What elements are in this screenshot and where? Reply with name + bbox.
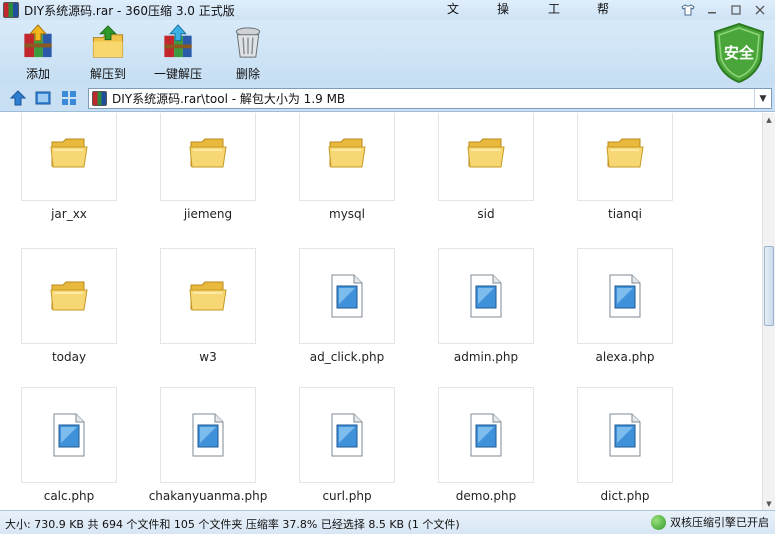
file-name-label: demo.php bbox=[455, 489, 517, 503]
folder-icon bbox=[577, 113, 673, 201]
file-name-label: sid bbox=[477, 207, 495, 221]
folder-item[interactable]: today bbox=[0, 248, 120, 388]
one-click-extract-icon bbox=[164, 24, 192, 58]
up-arrow-icon[interactable] bbox=[9, 89, 27, 107]
status-summary: 大小: 730.9 KB 共 694 个文件和 105 个文件夹 压缩率 37.… bbox=[5, 518, 460, 531]
engine-on-icon bbox=[651, 514, 666, 530]
file-name-label: ad_click.php bbox=[309, 350, 385, 364]
folder-item[interactable]: jiemeng bbox=[139, 113, 259, 245]
status-bar: 大小: 730.9 KB 共 694 个文件和 105 个文件夹 压缩率 37.… bbox=[0, 510, 775, 534]
menu-operate[interactable]: 操作 bbox=[497, 0, 509, 35]
trash-can-icon bbox=[235, 27, 261, 58]
extract-folder-icon bbox=[92, 25, 124, 58]
file-list: jar_xx jiemeng mysql sid tianqi today w3 ad_cli… bbox=[0, 113, 762, 510]
chevron-down-icon[interactable]: ▼ bbox=[754, 89, 771, 108]
folder-icon bbox=[21, 113, 117, 201]
file-name-label: w3 bbox=[199, 350, 217, 364]
window-title: DIY系统源码.rar - 360压缩 3.0 正式版 bbox=[24, 3, 235, 18]
rar-archive-icon bbox=[3, 2, 19, 18]
navigation-bar: DIY系统源码.rar\tool - 解包大小为 1.9 MB ▼ bbox=[0, 84, 775, 112]
title-bar: DIY系统源码.rar - 360压缩 3.0 正式版 文件 操作 工具 帮助 bbox=[0, 0, 775, 35]
folder-icon bbox=[299, 113, 395, 201]
php-file-icon bbox=[438, 248, 534, 344]
php-file-icon bbox=[299, 248, 395, 344]
menu-file[interactable]: 文件 bbox=[447, 0, 459, 35]
file-name-label: curl.php bbox=[322, 489, 372, 503]
php-file-icon bbox=[577, 248, 673, 344]
file-name-label: mysql bbox=[329, 207, 365, 221]
folder-item[interactable]: w3 bbox=[139, 248, 259, 388]
add-label: 添加 bbox=[25, 67, 50, 81]
php-file-icon bbox=[160, 387, 256, 483]
delete-label: 删除 bbox=[235, 67, 260, 81]
scroll-down-icon[interactable]: ▼ bbox=[763, 497, 775, 510]
file-name-label: jar_xx bbox=[51, 207, 87, 221]
folder-item[interactable]: tianqi bbox=[556, 113, 676, 245]
maximize-icon[interactable] bbox=[725, 1, 747, 18]
add-button[interactable]: 添加 bbox=[6, 24, 70, 82]
folder-item[interactable]: sid bbox=[417, 113, 537, 245]
php-file-icon bbox=[438, 387, 534, 483]
window-controls bbox=[677, 1, 771, 18]
file-name-label: tianqi bbox=[608, 207, 642, 221]
file-item[interactable]: ad_click.php bbox=[278, 248, 398, 388]
extract-to-button[interactable]: 解压到 bbox=[76, 24, 140, 82]
file-item[interactable]: chakanyuanma.php bbox=[139, 387, 267, 510]
file-name-label: alexa.php bbox=[595, 350, 655, 364]
delete-button[interactable]: 删除 bbox=[216, 24, 280, 82]
menu-help[interactable]: 帮助 bbox=[597, 0, 609, 35]
security-label: 安全 bbox=[723, 44, 754, 62]
engine-status[interactable]: 双核压缩引擎已开启 bbox=[651, 514, 769, 530]
grid-view-icon[interactable] bbox=[60, 89, 78, 107]
folder-item[interactable]: mysql bbox=[278, 113, 398, 245]
php-file-icon bbox=[577, 387, 673, 483]
php-file-icon bbox=[21, 387, 117, 483]
scrollbar-thumb[interactable] bbox=[764, 246, 774, 326]
folder-item[interactable]: jar_xx bbox=[0, 113, 120, 245]
file-name-label: today bbox=[51, 350, 87, 364]
php-file-icon bbox=[299, 387, 395, 483]
folder-icon bbox=[160, 113, 256, 201]
folder-icon bbox=[21, 248, 117, 344]
skin-shirt-icon[interactable] bbox=[677, 1, 699, 18]
folder-icon bbox=[160, 248, 256, 344]
file-item[interactable]: dict.php bbox=[556, 387, 676, 510]
file-name-label: chakanyuanma.php bbox=[148, 489, 268, 503]
menu-tools[interactable]: 工具 bbox=[548, 0, 560, 35]
one-click-extract-button[interactable]: 一键解压 bbox=[146, 24, 210, 82]
address-bar[interactable]: DIY系统源码.rar\tool - 解包大小为 1.9 MB ▼ bbox=[88, 88, 772, 109]
file-item[interactable]: demo.php bbox=[417, 387, 537, 510]
address-path: DIY系统源码.rar\tool - 解包大小为 1.9 MB bbox=[112, 92, 346, 106]
one-click-extract-label: 一键解压 bbox=[153, 67, 202, 81]
file-name-label: calc.php bbox=[43, 489, 95, 503]
folder-icon bbox=[438, 113, 534, 201]
file-item[interactable]: curl.php bbox=[278, 387, 398, 510]
file-name-label: jiemeng bbox=[183, 207, 233, 221]
scroll-up-icon[interactable]: ▲ bbox=[763, 113, 775, 126]
vertical-scrollbar[interactable]: ▲ ▼ bbox=[762, 113, 775, 510]
close-icon[interactable] bbox=[749, 1, 771, 18]
file-item[interactable]: calc.php bbox=[0, 387, 120, 510]
rar-archive-icon bbox=[92, 91, 107, 106]
file-item[interactable]: alexa.php bbox=[556, 248, 676, 388]
security-shield[interactable]: 安全 bbox=[711, 22, 767, 84]
toolbar: 添加 解压到 一键解压 删除 bbox=[0, 20, 775, 84]
extract-to-label: 解压到 bbox=[89, 67, 126, 81]
file-item[interactable]: admin.php bbox=[417, 248, 537, 388]
file-name-label: admin.php bbox=[453, 350, 519, 364]
add-archive-icon bbox=[24, 24, 52, 58]
minimize-icon[interactable] bbox=[701, 1, 723, 18]
large-icon-view-icon[interactable] bbox=[34, 89, 52, 107]
file-name-label: dict.php bbox=[600, 489, 650, 503]
engine-status-text: 双核压缩引擎已开启 bbox=[670, 516, 769, 529]
